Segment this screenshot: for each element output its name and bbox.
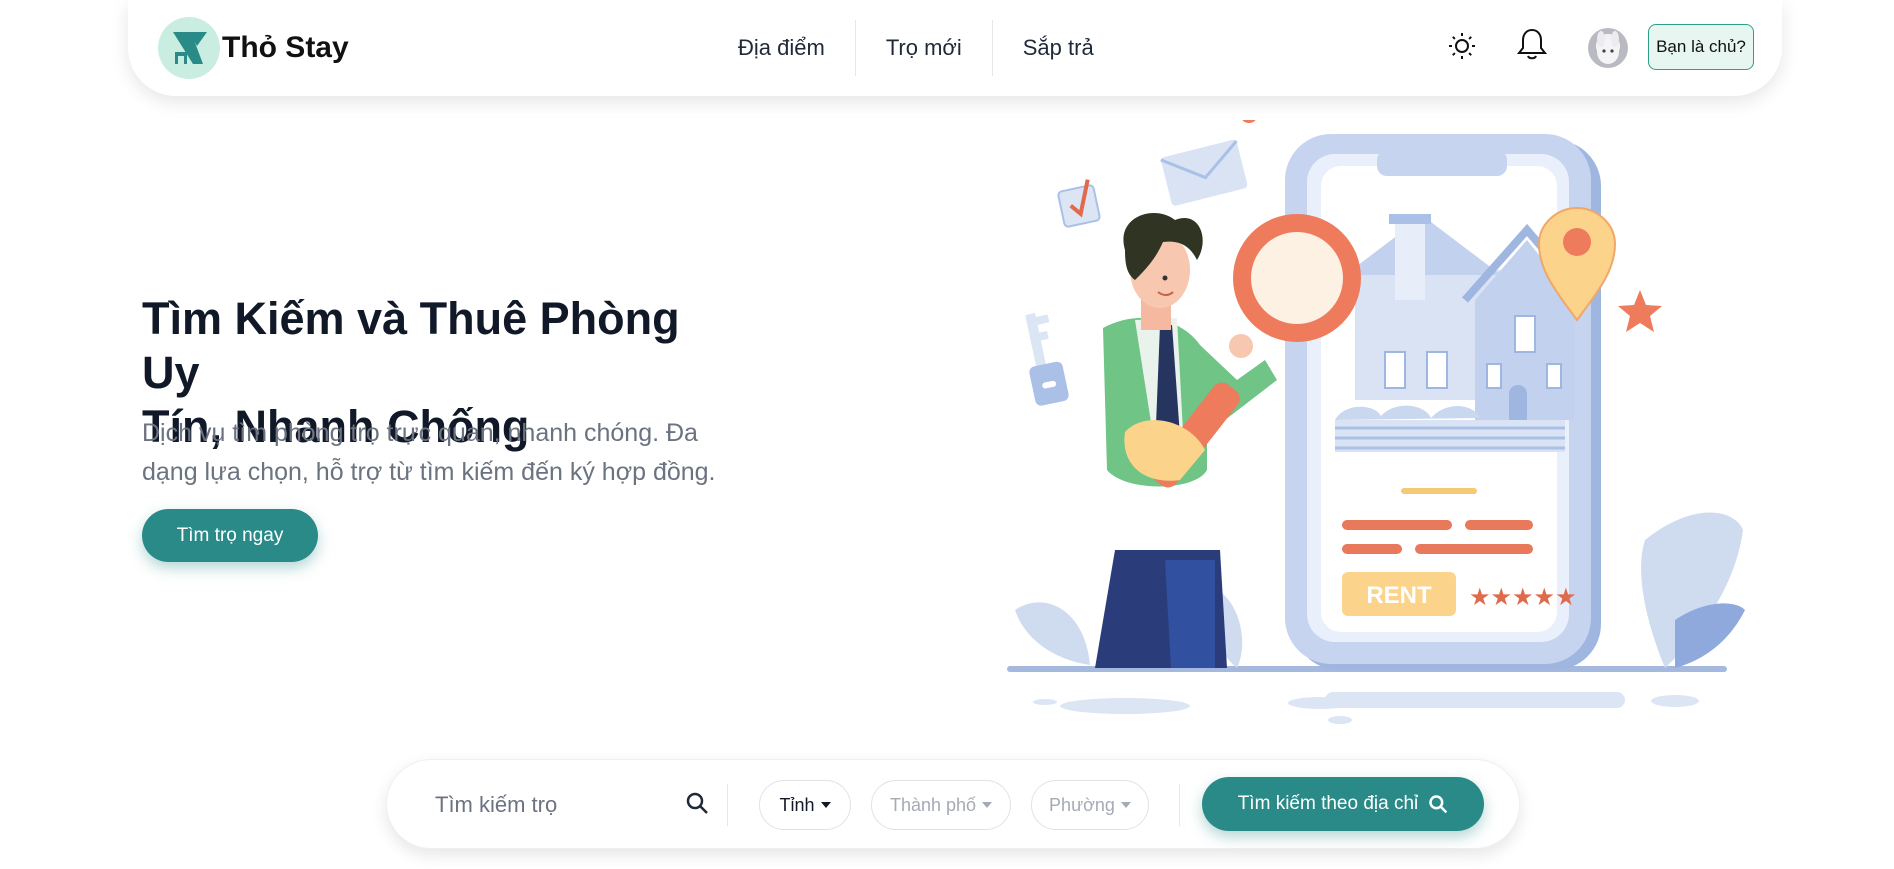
search-by-address-button[interactable]: Tìm kiếm theo địa chỉ — [1202, 777, 1484, 831]
hero-subtitle-line-2: dạng lựa chọn, hỗ trợ từ tìm kiếm đến ký… — [142, 458, 716, 486]
hero-subtitle-line-1: Dịch vụ tìm phòng trọ trực quan, nhanh c… — [142, 419, 698, 447]
brand-name: Thỏ Stay — [222, 31, 349, 64]
nav-item-tro-moi[interactable]: Trọ mới — [856, 20, 992, 76]
bell-icon[interactable] — [1514, 26, 1550, 62]
province-select[interactable]: Tỉnh — [759, 780, 851, 830]
chevron-down-icon — [1120, 802, 1131, 808]
chevron-down-icon — [820, 802, 831, 808]
ward-select-label: Phường — [1049, 794, 1115, 815]
logo-mark — [158, 17, 220, 79]
search-divider — [727, 784, 728, 826]
chevron-down-icon — [982, 802, 993, 808]
site-header: Thỏ Stay Địa điểm Trọ mới Sắp trả Bạn là… — [128, 0, 1782, 96]
search-input[interactable] — [435, 786, 665, 824]
main-nav: Địa điểm Trọ mới Sắp trả — [708, 20, 1124, 76]
rent-label: RENT — [1366, 582, 1432, 609]
nav-item-sap-tra[interactable]: Sắp trả — [993, 20, 1124, 76]
avatar[interactable] — [1588, 28, 1628, 68]
logo[interactable]: Thỏ Stay — [158, 17, 349, 79]
city-select[interactable]: Thành phố — [871, 780, 1011, 830]
hero-subtitle: Dịch vụ tìm phòng trọ trực quan, nhanh c… — [142, 414, 762, 492]
nav-item-dia-diem[interactable]: Địa điểm — [708, 20, 855, 76]
search-icon — [1429, 795, 1448, 814]
hero-illustration: RENT ★★★★★ — [1007, 120, 1745, 724]
search-by-address-label: Tìm kiếm theo địa chỉ — [1237, 793, 1419, 814]
search-bar: Tỉnh Thành phố Phường Tìm kiếm theo địa … — [386, 759, 1520, 849]
ward-select[interactable]: Phường — [1031, 780, 1149, 830]
search-divider — [1179, 784, 1180, 826]
hero-title-line-1: Tìm Kiếm và Thuê Phòng Uy — [142, 293, 680, 398]
find-room-button[interactable]: Tìm trọ ngay — [142, 509, 318, 562]
province-select-label: Tỉnh — [779, 794, 815, 815]
owner-button[interactable]: Bạn là chủ? — [1648, 24, 1754, 70]
sun-icon[interactable] — [1444, 28, 1480, 64]
search-icon[interactable] — [685, 791, 711, 817]
rating-stars: ★★★★★ — [1469, 583, 1577, 611]
city-select-label: Thành phố — [889, 794, 977, 815]
